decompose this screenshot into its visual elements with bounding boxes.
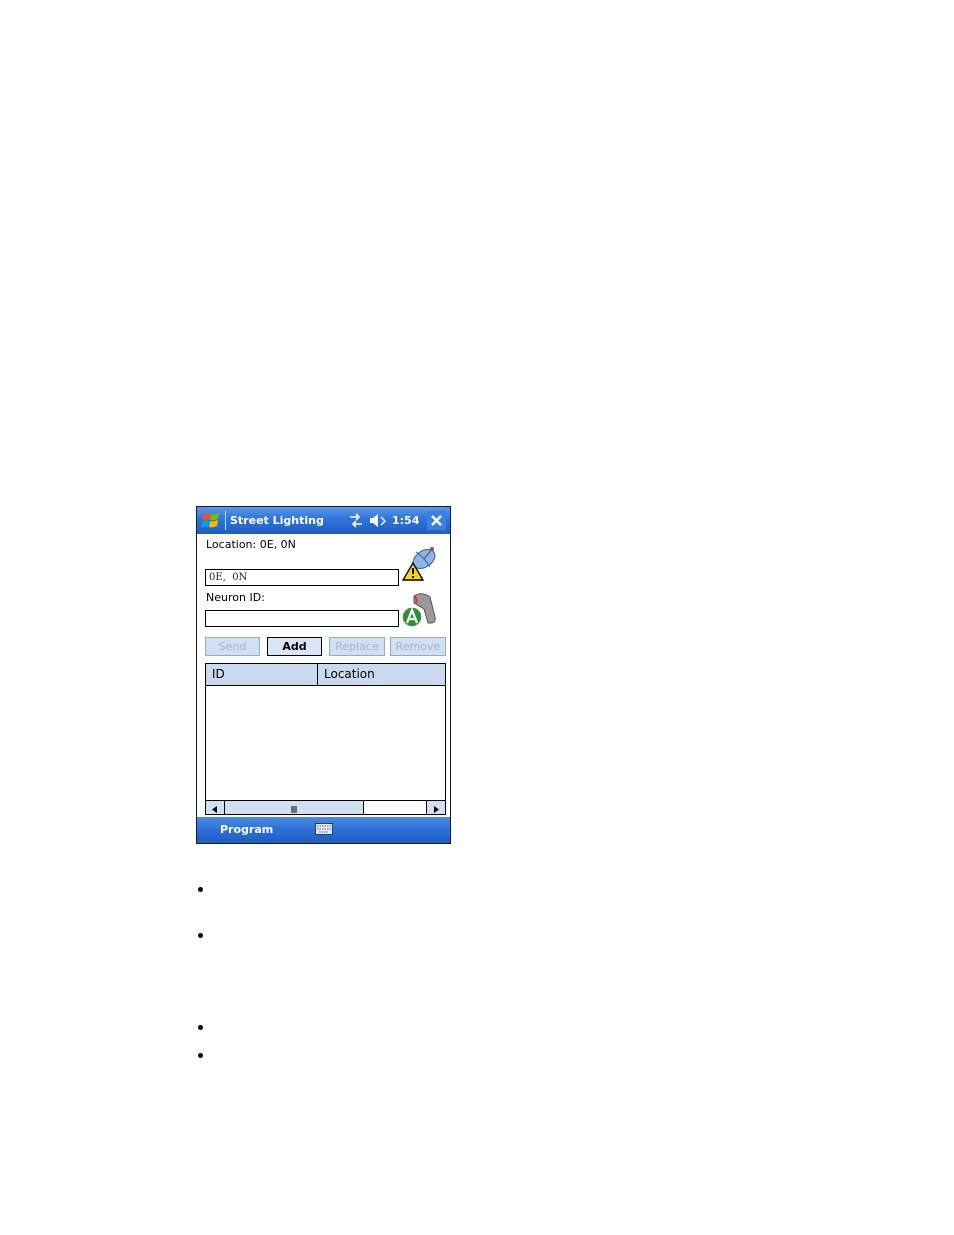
bullet-point (198, 1025, 203, 1030)
volume-muted-icon[interactable] (369, 513, 387, 528)
location-label: Location: 0E, 0N (206, 538, 296, 551)
column-header-id[interactable]: ID (206, 664, 318, 685)
neuron-id-input[interactable] (205, 610, 399, 627)
bullet-point (198, 933, 203, 938)
clock[interactable]: 1:54 (392, 514, 419, 527)
arrow-left-icon (212, 806, 217, 813)
send-button[interactable]: Send (205, 637, 260, 656)
scroll-right-button[interactable] (426, 801, 445, 814)
title-bar: Street Lighting 1:54 (197, 507, 450, 534)
column-header-location[interactable]: Location (318, 664, 445, 685)
neuron-id-label: Neuron ID: (206, 591, 265, 604)
sync-icon[interactable] (348, 513, 364, 528)
pocketpc-window: Street Lighting 1:54 Location: 0E, 0N Ne… (196, 506, 451, 844)
windows-start-icon[interactable] (200, 510, 222, 531)
bullet-point (198, 887, 203, 892)
arrow-right-icon (434, 806, 439, 813)
barcode-scanner-icon[interactable] (402, 591, 442, 629)
gps-satellite-warning-icon[interactable] (402, 545, 440, 583)
replace-button[interactable]: Replace (329, 637, 385, 656)
scroll-left-button[interactable] (206, 801, 225, 814)
add-button[interactable]: Add (267, 637, 322, 656)
neuron-list[interactable]: ID Location (205, 663, 446, 815)
location-input[interactable] (205, 569, 399, 586)
remove-button[interactable]: Remove (390, 637, 446, 656)
menu-bar: Program (197, 817, 450, 843)
close-button[interactable] (427, 511, 446, 530)
keyboard-icon[interactable] (315, 823, 333, 835)
program-menu[interactable]: Program (220, 823, 273, 836)
app-title: Street Lighting (230, 514, 324, 527)
scroll-thumb[interactable] (225, 801, 364, 814)
close-icon (431, 515, 442, 526)
horizontal-scrollbar[interactable] (206, 800, 445, 814)
bullet-point (198, 1053, 203, 1058)
grip-icon (291, 806, 297, 813)
title-divider (225, 511, 226, 530)
list-header: ID Location (206, 664, 445, 686)
